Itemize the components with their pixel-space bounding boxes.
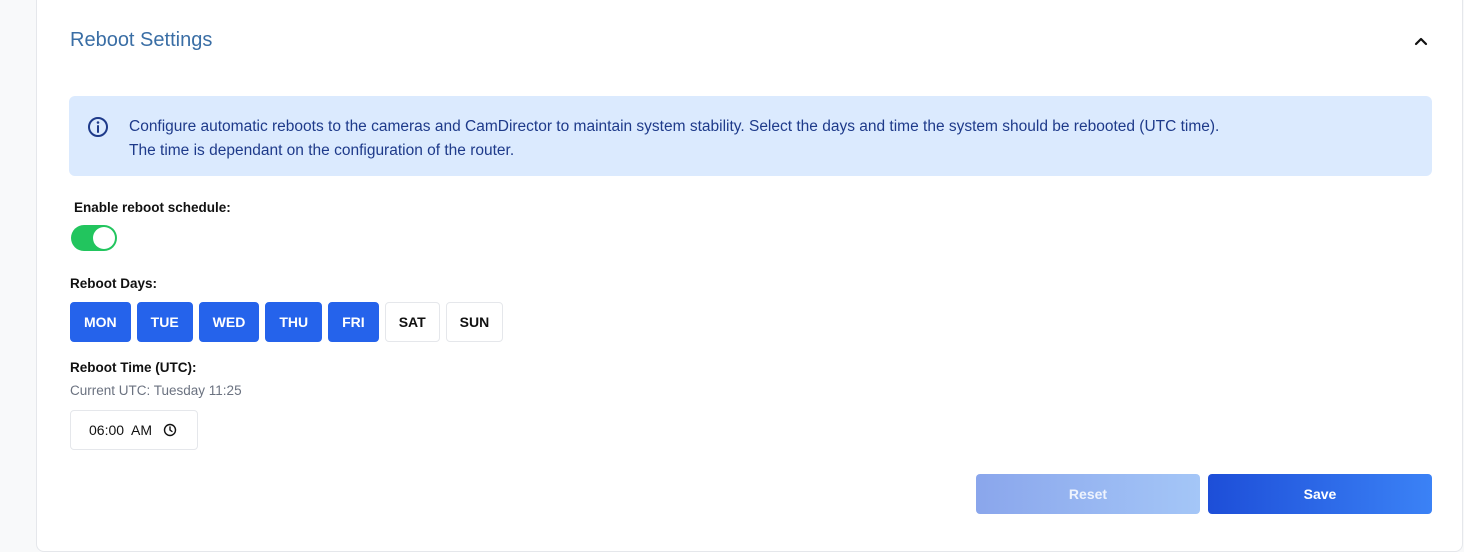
reboot-settings-panel: Reboot Settings Configure automatic rebo… xyxy=(36,0,1463,552)
info-line-1: Configure automatic reboots to the camer… xyxy=(129,118,1220,135)
day-button-tue[interactable]: TUE xyxy=(136,302,193,342)
info-line-2: The time is dependant on the configurati… xyxy=(129,142,515,159)
save-button[interactable]: Save xyxy=(1208,474,1432,514)
day-button-fri[interactable]: FRI xyxy=(328,302,379,342)
enable-schedule-label: Enable reboot schedule: xyxy=(74,200,231,215)
day-button-sun[interactable]: SUN xyxy=(445,302,504,342)
day-button-mon[interactable]: MON xyxy=(70,302,131,342)
clock-icon[interactable] xyxy=(163,423,177,437)
day-button-sat[interactable]: SAT xyxy=(384,302,440,342)
reboot-days-label: Reboot Days: xyxy=(70,276,158,291)
current-utc-text: Current UTC: Tuesday 11:25 xyxy=(70,383,242,398)
info-text: Configure automatic reboots to the camer… xyxy=(129,115,1219,163)
section-title: Reboot Settings xyxy=(70,29,213,51)
day-button-wed[interactable]: WED xyxy=(198,302,260,342)
info-icon xyxy=(88,117,108,137)
reset-button[interactable]: Reset xyxy=(976,474,1200,514)
toggle-knob xyxy=(93,227,115,249)
day-button-thu[interactable]: THU xyxy=(265,302,323,342)
reboot-time-input[interactable]: 06:00 AM xyxy=(70,410,198,450)
info-banner: Configure automatic reboots to the camer… xyxy=(69,96,1432,176)
enable-schedule-toggle[interactable] xyxy=(71,225,117,251)
collapse-button[interactable] xyxy=(1409,29,1433,53)
time-value: 06:00 AM xyxy=(89,422,153,438)
reboot-days-group: MON TUE WED THU FRI SAT SUN xyxy=(70,302,504,342)
reboot-time-label: Reboot Time (UTC): xyxy=(70,360,197,375)
chevron-up-icon xyxy=(1414,37,1428,46)
